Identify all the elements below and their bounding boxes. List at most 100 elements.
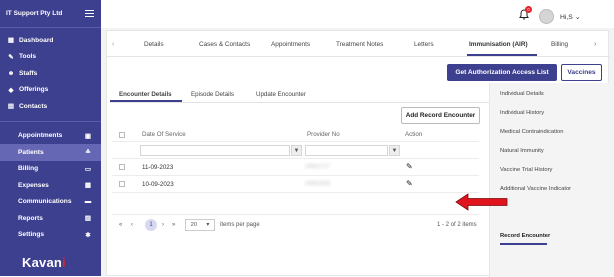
subtab-encounter-details[interactable]: Encounter Details — [119, 91, 172, 98]
people-icon: ☻ — [7, 69, 15, 77]
rp-item-record-encounter[interactable]: Record Encounter — [500, 233, 550, 239]
grid-header: Date Of Service Provider No Action — [112, 128, 479, 142]
sidebar-item-appointments[interactable]: Appointments ▣ — [0, 128, 101, 145]
rp-item-natural-immunity[interactable]: Natural Immunity — [500, 148, 544, 154]
sidebar-item-communications[interactable]: Communications ▬ — [0, 194, 101, 211]
page-size-select[interactable]: 20 ▾ — [185, 219, 215, 231]
patient-card: ‹ Details Cases & Contacts Appointments … — [106, 30, 610, 277]
get-authorization-button[interactable]: Get Authorization Access List — [447, 64, 557, 81]
sidebar-item-label: Communications — [18, 198, 72, 206]
date-filter-input[interactable] — [140, 145, 290, 156]
chevron-down-icon: ⌄ — [574, 14, 581, 21]
table-row[interactable]: 10-09-2023 2469181B ✎ — [112, 176, 479, 193]
sidebar-item-label: Appointments — [18, 132, 63, 140]
rp-item-individual-history[interactable]: Individual History — [500, 110, 544, 116]
sidebar-item-label: Dashboard — [19, 36, 54, 44]
sidebar-item-label: Offerings — [19, 86, 49, 94]
tab-details[interactable]: Details — [144, 41, 164, 48]
rp-item-individual-details[interactable]: Individual Details — [500, 91, 544, 97]
row-checkbox[interactable] — [119, 164, 125, 170]
next-page-icon[interactable]: › — [162, 222, 164, 228]
subtab-update-encounter[interactable]: Update Encounter — [256, 91, 306, 98]
prev-page-icon[interactable]: ‹ — [131, 222, 133, 228]
sidebar-item-label: Reports — [18, 214, 43, 222]
sidebar-item-contacts[interactable]: ▤ Contacts — [0, 98, 101, 115]
report-icon: ▨ — [84, 215, 92, 223]
tab-treatment-notes[interactable]: Treatment Notes — [336, 41, 383, 48]
last-page-icon[interactable]: » — [172, 222, 175, 228]
filter-row: ▼ ▼ — [112, 142, 479, 159]
table-row[interactable]: 11-09-2023 2469171Y ✎ — [112, 159, 479, 176]
offerings-icon: ◆ — [8, 86, 14, 94]
row-checkbox[interactable] — [119, 181, 125, 187]
sidebar-item-label: Staffs — [19, 69, 38, 77]
card-icon: ▭ — [84, 165, 92, 173]
right-panel: Individual Details Individual History Me… — [489, 83, 610, 277]
pencil-icon[interactable]: ✎ — [406, 162, 413, 171]
user-menu[interactable]: Hi,S ⌄ — [560, 13, 580, 21]
contacts-icon: ▤ — [7, 103, 15, 111]
expenses-icon: ▩ — [84, 182, 92, 190]
select-all-checkbox[interactable] — [119, 131, 125, 138]
chat-icon: ▬ — [84, 198, 92, 206]
tab-letters[interactable]: Letters — [414, 41, 434, 48]
sidebar-item-label: Expenses — [18, 181, 49, 189]
rp-item-additional-vaccine-indicator[interactable]: Additional Vaccine Indicator — [500, 186, 571, 192]
dropdown-icon: ▾ — [206, 222, 210, 228]
sidebar-header: IT Support Pty Ltd — [0, 0, 101, 28]
sidebar-item-tools[interactable]: ✎ Tools — [0, 49, 101, 66]
sidebar-item-patients[interactable]: Patients ≗ — [0, 144, 101, 161]
chevron-right-icon[interactable]: › — [594, 41, 596, 48]
sidebar-item-staffs[interactable]: ☻ Staffs — [0, 65, 101, 82]
subtab-divider — [110, 102, 489, 103]
sidebar-item-label: Billing — [18, 165, 39, 173]
items-per-page-label: items per page — [220, 222, 260, 228]
filter-icon[interactable]: ▼ — [389, 145, 400, 156]
sidebar-item-settings[interactable]: Settings ✱ — [0, 227, 101, 244]
sidebar-item-label: Patients — [18, 148, 44, 156]
add-record-encounter-button[interactable]: Add Record Encounter — [401, 107, 480, 124]
column-header-date[interactable]: Date Of Service — [142, 131, 186, 138]
gear-icon: ✱ — [85, 231, 91, 239]
filter-icon[interactable]: ▼ — [291, 145, 302, 156]
rp-active-indicator — [500, 243, 547, 245]
provider-cell: 2469171Y — [305, 164, 331, 170]
vaccines-button[interactable]: Vaccines — [561, 64, 602, 81]
dashboard-icon: ▦ — [7, 37, 15, 45]
first-page-icon[interactable]: « — [119, 222, 122, 228]
subtab-episode-details[interactable]: Episode Details — [191, 91, 234, 98]
patients-icon: ≗ — [85, 149, 91, 157]
hamburger-menu-icon[interactable] — [85, 10, 94, 17]
calendar-icon: ▣ — [84, 132, 92, 140]
notification-badge: 0 — [525, 6, 532, 13]
page-number[interactable]: 1 — [145, 219, 157, 231]
date-cell: 11-09-2023 — [142, 164, 174, 171]
pencil-icon[interactable]: ✎ — [406, 179, 413, 188]
tab-cases-contacts[interactable]: Cases & Contacts — [199, 41, 250, 48]
sidebar-item-label: Contacts — [19, 102, 48, 110]
date-cell: 10-09-2023 — [142, 181, 174, 188]
active-tab-indicator — [467, 54, 537, 56]
chevron-left-icon[interactable]: ‹ — [112, 41, 114, 48]
tab-appointments[interactable]: Appointments — [271, 41, 310, 48]
sidebar-item-billing[interactable]: Billing ▭ — [0, 161, 101, 178]
tab-bar: ‹ Details Cases & Contacts Appointments … — [107, 31, 610, 57]
sidebar-item-expenses[interactable]: Expenses ▩ — [0, 177, 101, 194]
provider-filter-input[interactable] — [305, 145, 388, 156]
sidebar-item-reports[interactable]: Reports ▨ — [0, 210, 101, 227]
kavani-logo: Kavani — [22, 255, 66, 270]
tab-billing[interactable]: Billing — [551, 41, 568, 48]
provider-cell: 2469181B — [305, 181, 331, 187]
rp-item-medical-contraindication[interactable]: Medical Contraindication — [500, 129, 563, 135]
pager-summary: 1 - 2 of 2 items — [437, 222, 477, 228]
sidebar-item-offerings[interactable]: ◆ Offerings — [0, 82, 101, 99]
tab-immunisation[interactable]: Immunisation (AIR) — [469, 41, 528, 48]
brand-name: IT Support Pty Ltd — [6, 10, 63, 17]
column-header-provider[interactable]: Provider No — [307, 131, 340, 138]
sidebar-item-dashboard[interactable]: ▦ Dashboard — [0, 32, 101, 49]
encounter-grid: Date Of Service Provider No Action ▼ ▼ 1… — [112, 128, 479, 193]
avatar[interactable] — [539, 9, 554, 24]
rp-item-vaccine-trial-history[interactable]: Vaccine Trial History — [500, 167, 552, 173]
sidebar: IT Support Pty Ltd ▦ Dashboard ✎ Tools ☻ St… — [0, 0, 101, 276]
main-panel: ‹ Details Cases & Contacts Appointments … — [101, 28, 614, 277]
